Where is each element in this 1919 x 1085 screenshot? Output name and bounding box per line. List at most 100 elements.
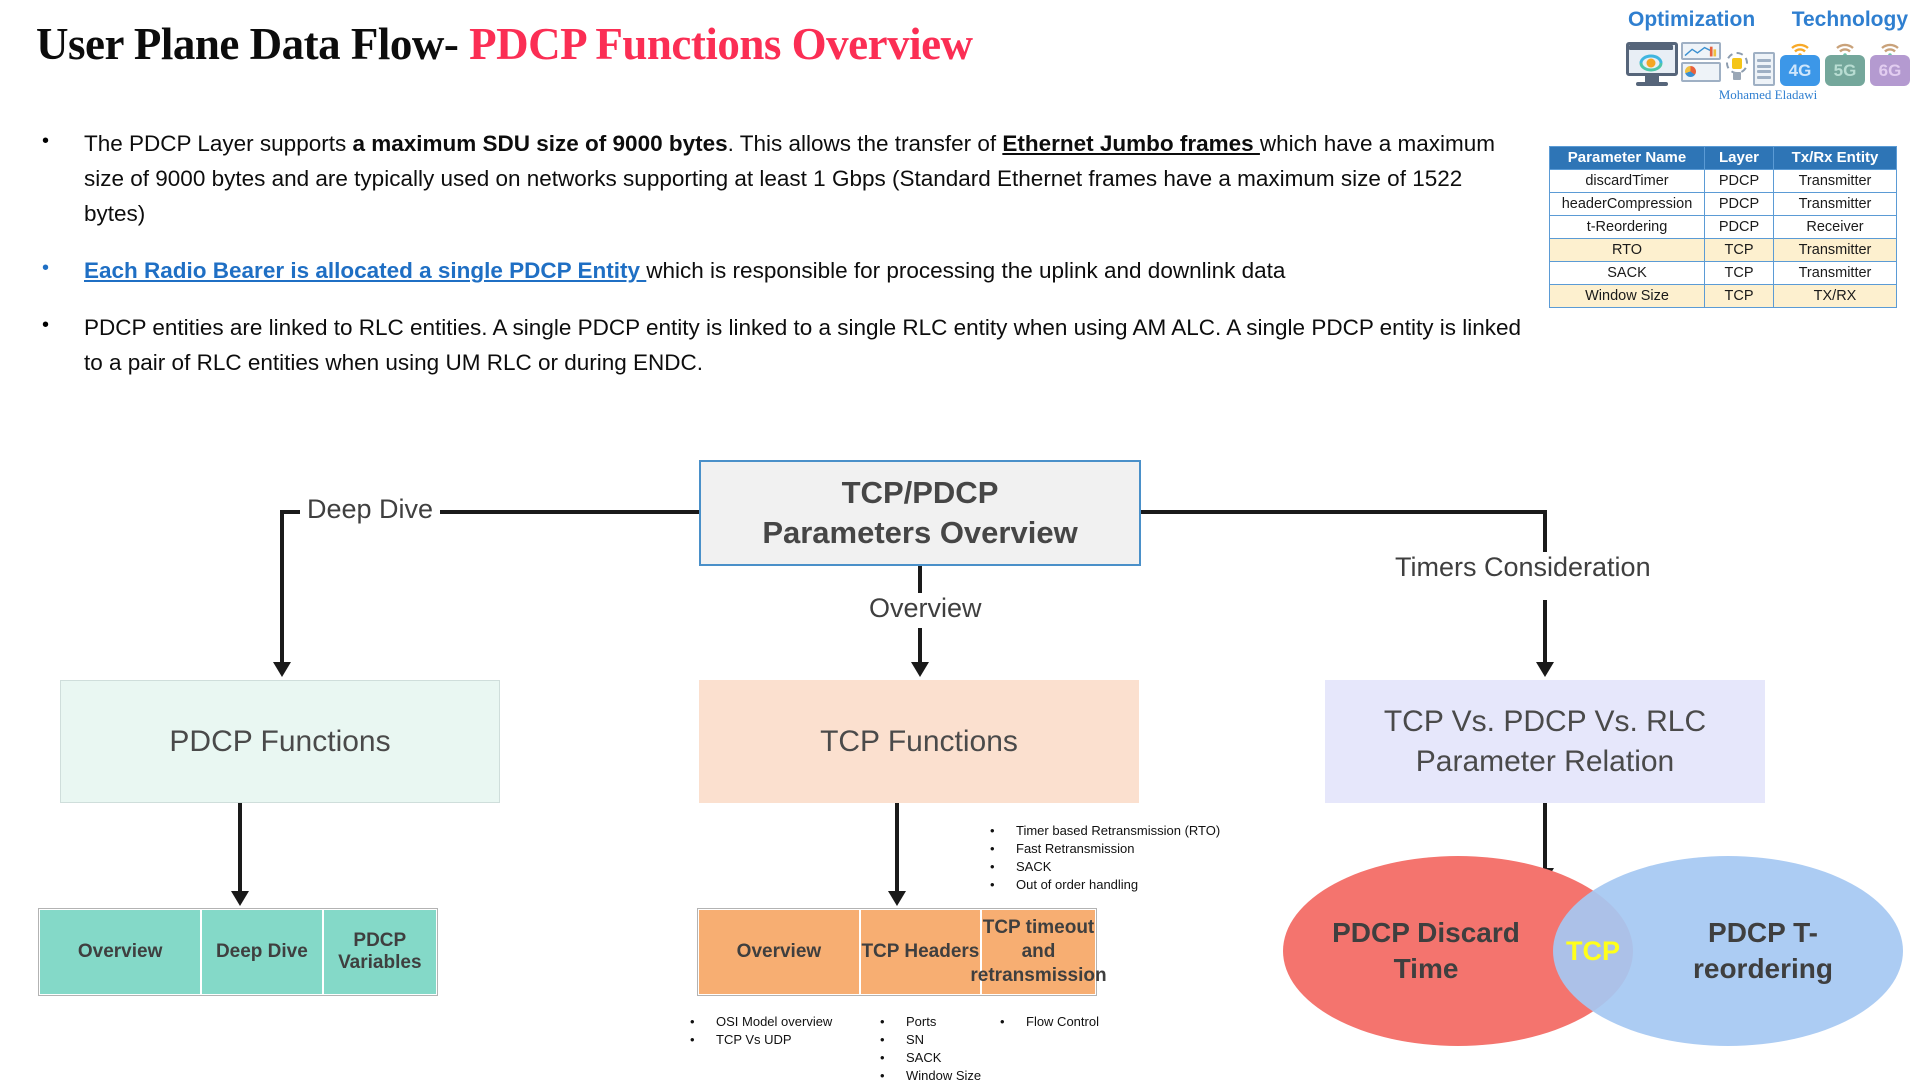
logo-word-technology: Technology — [1791, 8, 1908, 31]
bullet-item: • The PDCP Layer supports a maximum SDU … — [36, 126, 1526, 231]
subtopic-overview[interactable]: Overview — [39, 909, 202, 995]
edge-label-overview: Overview — [862, 593, 989, 624]
bullet-seg-bold: a maximum SDU size of 9000 bytes — [352, 131, 728, 156]
bullet-text: PDCP entities are linked to RLC entities… — [84, 315, 1521, 375]
table-row: Window Size TCP TX/RX — [1549, 284, 1897, 308]
column-header-layer: Layer — [1704, 146, 1774, 170]
edge-tcp-down — [895, 803, 899, 891]
node-label: TCP Functions — [820, 724, 1018, 758]
bullet-text: The PDCP Layer supports a maximum SDU si… — [84, 126, 1526, 231]
venn-diagram: PDCP Discard Time PDCP T-reordering TCP — [1283, 856, 1903, 1046]
table-row: SACK TCP Transmitter — [1549, 261, 1897, 285]
node-tcp-pdcp-parameters-overview[interactable]: TCP/PDCP Parameters Overview — [699, 460, 1141, 566]
edge-pdcp-down — [238, 803, 242, 891]
list-item: • SACK — [880, 1049, 981, 1067]
logo-headings: Optimization Technology — [1624, 8, 1912, 32]
bullet-marker: • — [1000, 1014, 1005, 1029]
subtopic-overview[interactable]: Overview — [698, 909, 860, 995]
bullet-marker: • — [690, 1014, 695, 1029]
logo-icons-row: 4G 5G 6G — [1624, 32, 1912, 86]
cell-entity: Transmitter — [1773, 192, 1897, 216]
list-item-label: SACK — [1016, 859, 1052, 874]
list-item-label: Out of order handling — [1016, 877, 1139, 892]
monitor-icon — [1626, 42, 1678, 86]
node-line-2: Parameters Overview — [762, 515, 1078, 550]
brand-logo: Optimization Technology 4G 5G 6G Mohamed… — [1624, 8, 1912, 113]
edge-right-vertical-bottom — [1543, 600, 1547, 662]
pdcp-subtopics: Overview Deep Dive PDCP Variables — [38, 908, 438, 996]
note-list-retransmission: • Timer based Retransmission (RTO) • Fast … — [990, 822, 1220, 894]
note-list-timeout: • Flow Control — [1000, 1013, 1099, 1031]
list-item-label: Timer based Retransmission (RTO) — [1016, 823, 1221, 838]
cell-layer: PDCP — [1704, 215, 1774, 239]
list-item-label: Window Size — [906, 1068, 982, 1083]
page-title: User Plane Data Flow- PDCP Functions Ove… — [36, 18, 973, 70]
list-item-label: TCP Vs UDP — [716, 1032, 792, 1047]
note-list-headers: • Ports • SN • SACK • Window Size — [880, 1013, 981, 1085]
list-item: • Timer based Retransmission (RTO) — [990, 822, 1220, 840]
cell-4g-label: 4G — [1780, 55, 1820, 86]
list-item: • SACK — [990, 858, 1220, 876]
subtopic-pdcp-variables[interactable]: PDCP Variables — [322, 909, 437, 995]
table-row: t-Reordering PDCP Receiver — [1549, 215, 1897, 239]
node-line-2: Parameter Relation — [1415, 744, 1675, 778]
analytics-icon — [1681, 42, 1721, 86]
list-item-label: Flow Control — [1026, 1014, 1099, 1029]
bullet-marker: • — [42, 130, 50, 152]
cell-entity: Transmitter — [1773, 261, 1897, 285]
edge-right-horizontal — [1141, 510, 1547, 514]
subtopic-tcp-headers[interactable]: TCP Headers — [859, 909, 981, 995]
edge-center-arrowhead — [911, 662, 929, 677]
cell-parameter-name: SACK — [1549, 261, 1705, 285]
list-item: • Fast Retransmission — [990, 840, 1220, 858]
node-line-1: TCP/PDCP — [841, 475, 999, 510]
column-header-entity: Tx/Rx Entity — [1773, 146, 1897, 170]
cell-entity: Receiver — [1773, 215, 1897, 239]
edge-tcp-down-arrowhead — [888, 891, 906, 906]
bullet-item: • PDCP entities are linked to RLC entiti… — [36, 310, 1526, 380]
cell-5g-icon: 5G — [1825, 42, 1865, 86]
list-item: • Out of order handling — [990, 876, 1220, 894]
subtopic-deep-dive[interactable]: Deep Dive — [201, 909, 323, 995]
cell-layer: PDCP — [1704, 169, 1774, 193]
bullet-marker: • — [990, 859, 995, 874]
list-item: • Window Size — [880, 1067, 981, 1085]
node-line-1: TCP Vs. PDCP Vs. RLC — [1383, 704, 1707, 738]
list-item: • SN — [880, 1031, 981, 1049]
bullet-marker: • — [880, 1068, 885, 1083]
bullet-marker: • — [990, 823, 995, 838]
venn-label-left: PDCP Discard Time — [1332, 917, 1520, 984]
author-name: Mohamed Eladawi — [1718, 87, 1818, 102]
cell-parameter-name: headerCompression — [1549, 192, 1705, 216]
cell-entity: TX/RX — [1773, 284, 1897, 308]
hyperlink-text[interactable]: Each Radio Bearer is allocated a single … — [84, 258, 646, 283]
bullet-marker: • — [42, 257, 50, 279]
slide-canvas: User Plane Data Flow- PDCP Functions Ove… — [0, 0, 1919, 1083]
venn-label-center-tcp: TCP — [1566, 936, 1620, 966]
bullet-marker: • — [880, 1014, 885, 1029]
list-item-label: SACK — [906, 1050, 942, 1065]
list-item: • OSI Model overview — [690, 1013, 832, 1031]
parameter-table: Parameter Name Layer Tx/Rx Entity discar… — [1549, 146, 1897, 308]
cell-layer: TCP — [1704, 261, 1774, 285]
cell-parameter-name: Window Size — [1549, 284, 1705, 308]
node-pdcp-functions[interactable]: PDCP Functions — [60, 680, 500, 803]
bullet-item: • Each Radio Bearer is allocated a singl… — [36, 253, 1526, 288]
note-list-overview: • OSI Model overview • TCP Vs UDP — [690, 1013, 832, 1049]
cell-layer: TCP — [1704, 284, 1774, 308]
cell-layer: TCP — [1704, 238, 1774, 262]
bullet-seg: which is responsible for processing the … — [646, 258, 1286, 283]
node-tcp-vs-pdcp-vs-rlc[interactable]: TCP Vs. PDCP Vs. RLC Parameter Relation — [1325, 680, 1765, 803]
edge-label-timers-consideration: Timers Consideration — [1388, 552, 1658, 583]
subtopic-tcp-timeout-retransmission[interactable]: TCP timeout and retransmission — [970, 909, 1107, 995]
edge-right-arrowhead — [1536, 662, 1554, 677]
node-tcp-functions[interactable]: TCP Functions — [699, 680, 1139, 803]
cell-entity: Transmitter — [1773, 238, 1897, 262]
logo-technology-icons: 4G 5G 6G — [1780, 42, 1910, 86]
table-row: discardTimer PDCP Transmitter — [1549, 169, 1897, 193]
edge-label-deep-dive: Deep Dive — [300, 494, 441, 525]
bullet-seg: The PDCP Layer supports — [84, 131, 353, 156]
bullet-seg: . This allows the transfer of — [727, 131, 1003, 156]
cell-6g-label: 6G — [1870, 55, 1910, 86]
node-label: PDCP Functions — [169, 724, 391, 758]
